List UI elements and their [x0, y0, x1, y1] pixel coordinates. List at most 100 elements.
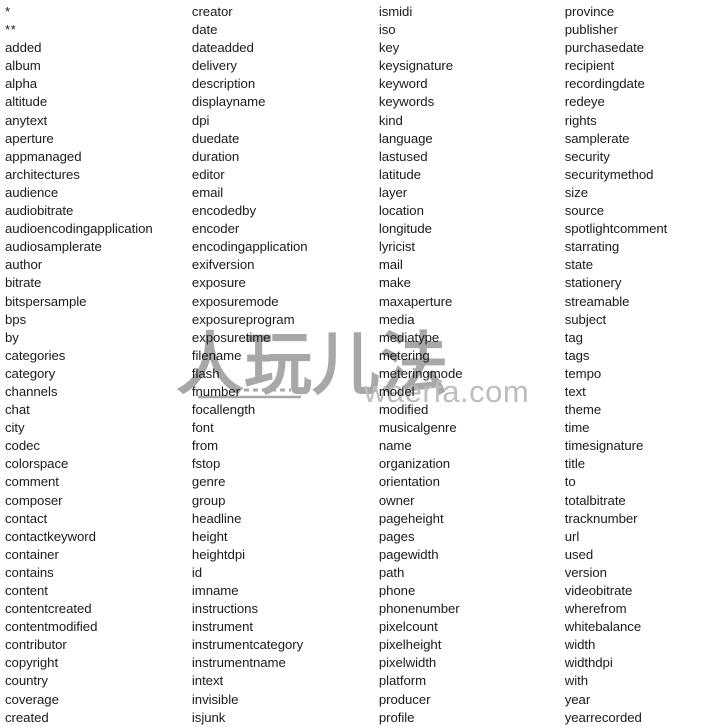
keyword-item: starrating [564, 239, 620, 255]
keyword-item: duration [191, 148, 240, 164]
keyword-item: model [378, 383, 415, 399]
keyword-item: kind [378, 112, 403, 128]
keyword-item: bitrate [5, 275, 42, 291]
keyword-item: tags [564, 347, 590, 363]
keyword-item: meteringmode [378, 365, 463, 381]
keyword-item: height [191, 528, 228, 544]
keyword-item: architectures [5, 166, 80, 182]
keyword-item: orientation [378, 474, 440, 490]
keyword-item: year [564, 691, 591, 707]
keyword-item: city [5, 420, 25, 436]
keyword-item: organization [378, 456, 451, 472]
keyword-item: creator [191, 4, 233, 19]
keyword-item: tracknumber [564, 510, 638, 526]
keyword-item: keyword [378, 76, 428, 92]
keyword-item: dpi [191, 112, 210, 128]
keyword-item: copyright [5, 655, 59, 671]
keyword-item: audiosamplerate [5, 239, 102, 255]
keyword-item: language [378, 130, 433, 146]
keyword-item: ismidi [378, 4, 413, 19]
keyword-item: focallength [191, 402, 256, 418]
keyword-item: tag [564, 329, 583, 345]
keyword-item: duedate [191, 130, 240, 146]
keyword-item: state [564, 257, 594, 273]
keyword-item: container [5, 546, 59, 562]
keyword-item: province [564, 4, 615, 19]
keyword-item: chat [5, 402, 30, 418]
keyword-item: colorspace [5, 456, 69, 472]
keyword-item: id [191, 564, 203, 580]
keyword-item: version [564, 564, 607, 580]
keyword-item: intext [191, 673, 224, 689]
keyword-item: contentcreated [5, 601, 92, 617]
keyword-item: date [191, 22, 218, 38]
keyword-item: description [191, 76, 256, 92]
keyword-item: musicalgenre [378, 420, 457, 436]
keyword-item: ** [5, 22, 17, 38]
keyword-item: recipient [564, 58, 615, 74]
keyword-item: pixelcount [378, 619, 438, 635]
keyword-item: purchasedate [564, 40, 645, 56]
keyword-item: group [191, 492, 226, 508]
keyword-item: codec [5, 438, 40, 454]
keyword-item: bps [5, 311, 27, 327]
keyword-item: encoder [191, 221, 240, 237]
keyword-item: spotlightcomment [564, 221, 668, 237]
keyword-item: pixelwidth [378, 655, 437, 671]
keyword-item: publisher [564, 22, 618, 38]
keyword-item: aperture [5, 130, 54, 146]
keyword-item: streamable [564, 293, 630, 309]
keyword-item: security [564, 148, 610, 164]
keyword-item: key [378, 40, 400, 56]
keyword-item: iso [378, 22, 396, 38]
keyword-item: rights [564, 112, 597, 128]
keyword-item: encodedby [191, 203, 256, 219]
keyword-item: mail [378, 257, 403, 273]
keyword-item: added [5, 40, 42, 56]
keyword-item: isjunk [191, 709, 226, 725]
keyword-item: location [378, 203, 424, 219]
keyword-item: email [191, 184, 224, 200]
keyword-item: owner [378, 492, 415, 508]
keyword-item: genre [191, 474, 226, 490]
keyword-item: instrumentname [191, 655, 286, 671]
keyword-item: exposureprogram [191, 311, 295, 327]
keyword-columns: * ** added album alpha altitude anytext apertur… [0, 0, 717, 725]
keyword-item: appmanaged [5, 148, 82, 164]
keyword-item: album [5, 58, 41, 74]
keyword-item: dateadded [191, 40, 254, 56]
keyword-column-3: province publisher purchasedate recipient re… [562, 0, 717, 727]
keyword-item: editor [191, 166, 225, 182]
keyword-item: comment [5, 474, 59, 490]
keyword-item: created [5, 709, 49, 725]
keyword-item: anytext [5, 112, 48, 128]
keyword-item: audiobitrate [5, 203, 74, 219]
keyword-item: altitude [5, 94, 48, 110]
keyword-item: securitymethod [564, 166, 654, 182]
keyword-item: layer [378, 184, 408, 200]
keyword-item: categories [5, 347, 66, 363]
keyword-item: path [378, 564, 405, 580]
keyword-column-0: * ** added album alpha altitude anytext apertur… [0, 0, 190, 727]
keyword-item: category [5, 365, 56, 381]
keyword-item: displayname [191, 94, 266, 110]
keyword-item: mediatype [378, 329, 440, 345]
keyword-item: recordingdate [564, 76, 645, 92]
keyword-item: theme [564, 402, 602, 418]
keyword-item: totalbitrate [564, 492, 626, 508]
keyword-item: contains [5, 564, 54, 580]
keyword-item: instrument [191, 619, 253, 635]
keyword-item: videobitrate [564, 583, 633, 598]
keyword-item: subject [564, 311, 607, 327]
keyword-table: * ** added album alpha altitude anytext apertur… [0, 0, 717, 725]
keyword-item: media [378, 311, 415, 327]
keyword-item: redeye [564, 94, 605, 110]
keyword-item: instrumentcategory [191, 637, 304, 653]
keyword-item: contact [5, 510, 48, 526]
keyword-column-1: creator date dateadded delivery description d… [190, 0, 376, 727]
keyword-item: contactkeyword [5, 528, 96, 544]
keyword-item: name [378, 438, 412, 454]
keyword-item: keywords [378, 94, 435, 110]
keyword-item: exposuretime [191, 329, 271, 345]
keyword-item: latitude [378, 166, 421, 182]
